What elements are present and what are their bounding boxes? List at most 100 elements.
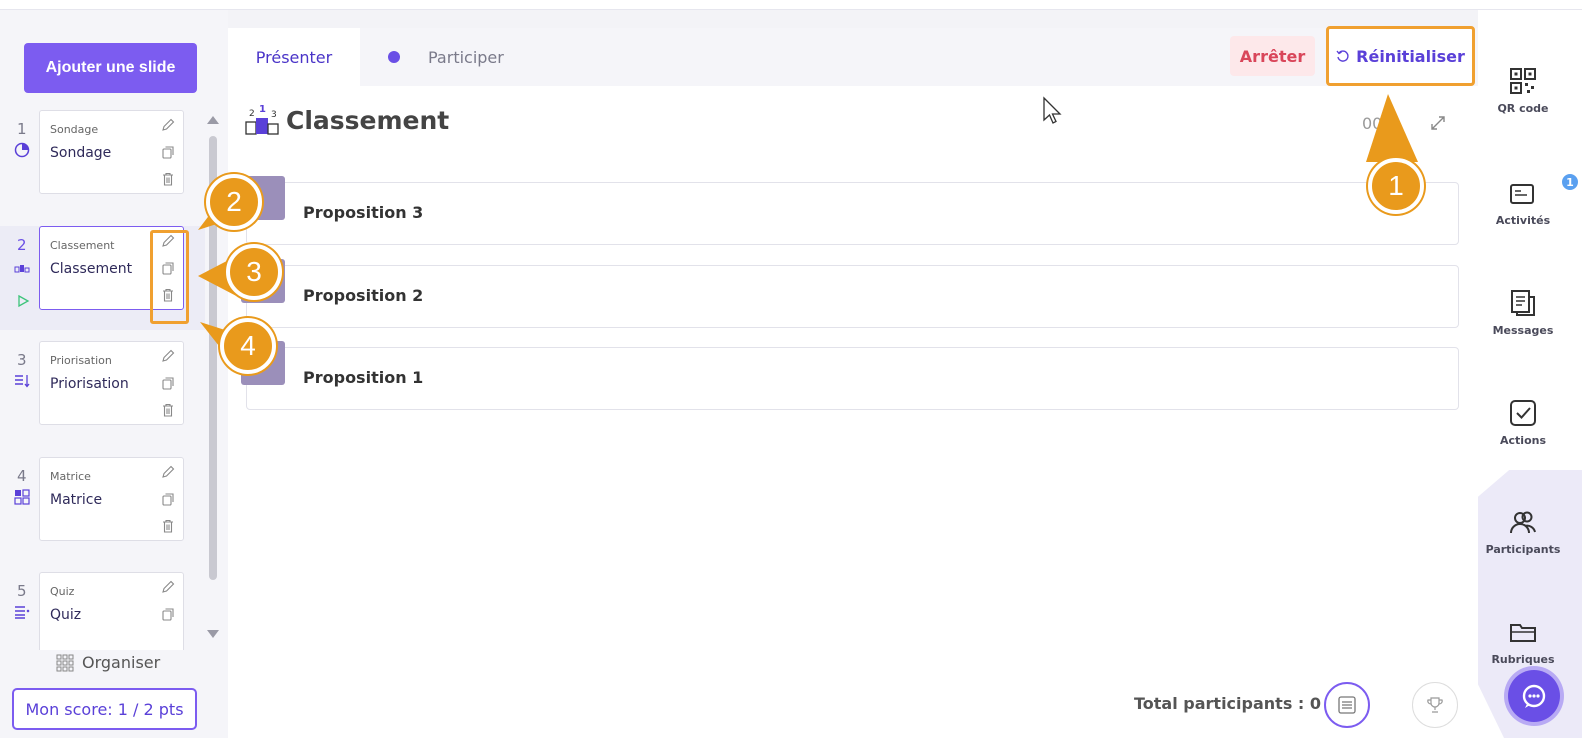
play-icon[interactable] <box>16 294 30 308</box>
stop-button[interactable]: Arrêter <box>1230 36 1315 76</box>
scroll-up-arrow-icon[interactable] <box>207 116 219 124</box>
pencil-icon[interactable] <box>160 348 176 364</box>
tab-presenter[interactable]: Présenter <box>228 28 360 86</box>
svg-text:2: 2 <box>249 109 255 119</box>
top-strip <box>0 0 1582 10</box>
duplicate-icon[interactable] <box>160 144 176 160</box>
callout-2: 2 <box>206 174 262 230</box>
slide-item-3[interactable]: 3 Priorisation Priorisation <box>0 341 205 445</box>
slide-card[interactable]: Quiz Quiz <box>39 572 184 650</box>
proposition-label: Proposition 2 <box>303 286 424 305</box>
presentation-tabs: Présenter Participer Arrêter Réinitialis… <box>228 26 1478 86</box>
pencil-icon[interactable] <box>160 464 176 480</box>
slide-title: Classement <box>286 105 450 135</box>
trash-icon[interactable] <box>160 518 176 534</box>
slide-tools-highlight <box>150 230 189 324</box>
expand-icon[interactable] <box>1428 113 1448 133</box>
main-panel: Présenter Participer Arrêter Réinitialis… <box>228 26 1478 738</box>
slide-title: Classement <box>50 261 133 277</box>
slide-type-label: Sondage <box>50 123 99 136</box>
duplicate-icon[interactable] <box>160 491 176 507</box>
trash-icon[interactable] <box>160 171 176 187</box>
rail-label: Activités <box>1495 214 1551 227</box>
qr-code-icon <box>1510 68 1536 94</box>
slide-number: 1 <box>17 120 27 138</box>
podium-icon <box>14 265 30 273</box>
participants-icon <box>1510 511 1536 534</box>
right-rail: QR code 1 Activités Messages Actions Par… <box>1478 10 1582 738</box>
proposition-row: Proposition 2 <box>241 259 1459 328</box>
callout-3: 3 <box>226 244 282 300</box>
slides-sidebar: Ajouter une slide 1 Sondage Sondage 2 Cl… <box>0 10 228 738</box>
grid-icon <box>56 654 74 671</box>
messages-icon <box>1511 290 1535 316</box>
rail-label: Rubriques <box>1491 653 1555 666</box>
slide-title: Quiz <box>50 607 82 623</box>
rail-label: Actions <box>1500 434 1546 447</box>
proposition-label: Proposition 3 <box>303 203 424 222</box>
score-button[interactable]: Mon score: 1 / 2 pts <box>12 688 197 730</box>
scroll-down-arrow-icon[interactable] <box>207 630 219 638</box>
callout-4: 4 <box>220 318 276 374</box>
pencil-icon[interactable] <box>160 117 176 133</box>
svg-text:1: 1 <box>259 104 266 115</box>
tab-participer[interactable]: Participer <box>388 28 504 86</box>
rail-label: Participants <box>1485 543 1561 556</box>
chat-support-icon <box>1522 684 1546 708</box>
rail-item-rubriques[interactable]: Rubriques <box>1478 617 1568 666</box>
duplicate-icon[interactable] <box>160 375 176 391</box>
folder-icon <box>1510 624 1536 642</box>
duplicate-icon[interactable] <box>160 606 176 622</box>
mouse-cursor-icon <box>1043 96 1062 124</box>
priority-list-icon <box>15 375 30 388</box>
rail-item-activites[interactable]: 1 Activités <box>1478 172 1580 227</box>
slide-number: 2 <box>17 236 27 254</box>
slide-item-5[interactable]: 5 Quiz Quiz <box>0 572 205 650</box>
rail-label: Messages <box>1492 324 1554 337</box>
status-dot <box>388 51 400 63</box>
trash-icon[interactable] <box>160 402 176 418</box>
slide-card[interactable]: Priorisation Priorisation <box>39 341 184 425</box>
rail-label: QR code <box>1497 102 1549 115</box>
slide-card[interactable]: Sondage Sondage <box>39 110 184 194</box>
list-icon <box>1338 696 1356 714</box>
slide-card[interactable]: Matrice Matrice <box>39 457 184 541</box>
slide-title: Matrice <box>50 492 103 508</box>
slide-type-label: Classement <box>50 239 115 252</box>
rail-item-messages[interactable]: Messages <box>1478 288 1568 337</box>
proposition-row: Proposition 1 <box>241 341 1459 410</box>
rail-item-qr-code[interactable]: QR code <box>1478 66 1568 115</box>
rail-item-participants[interactable]: Participants <box>1478 507 1568 556</box>
organiser-button[interactable]: Organiser <box>56 653 160 672</box>
slide-type-label: Priorisation <box>50 354 112 367</box>
callout-1: 1 <box>1368 158 1424 214</box>
slide-number: 4 <box>17 467 27 485</box>
slide-item-1[interactable]: 1 Sondage Sondage <box>0 110 205 214</box>
slide-heading: 2 1 3 Classement <box>244 104 449 136</box>
trophy-icon <box>1427 697 1443 713</box>
slide-number: 5 <box>17 582 27 600</box>
proposition-row: Proposition 3 <box>241 176 1459 245</box>
list-view-button[interactable] <box>1324 682 1370 728</box>
matrix-icon <box>14 489 30 505</box>
pie-chart-icon <box>14 142 30 158</box>
podium-view-button[interactable] <box>1412 682 1458 728</box>
total-participants: Total participants : 0 <box>1134 694 1322 713</box>
activities-icon-wrap: 1 <box>1508 172 1580 208</box>
slide-item-4[interactable]: 4 Matrice Matrice <box>0 457 205 561</box>
reset-button[interactable]: Réinitialiser <box>1326 26 1475 86</box>
organiser-label: Organiser <box>82 653 161 672</box>
svg-text:3: 3 <box>271 110 277 120</box>
tab-participer-label: Participer <box>428 47 504 67</box>
slide-type-label: Quiz <box>50 585 75 598</box>
reset-label: Réinitialiser <box>1356 46 1465 66</box>
proposition-label: Proposition 1 <box>303 368 424 387</box>
add-slide-button[interactable]: Ajouter une slide <box>24 43 197 93</box>
slide-title: Priorisation <box>50 376 129 392</box>
pencil-icon[interactable] <box>160 579 176 595</box>
rail-item-actions[interactable]: Actions <box>1478 398 1568 447</box>
checkbox-icon <box>1510 400 1536 426</box>
slide-list: 1 Sondage Sondage 2 Classement Classemen… <box>0 110 205 650</box>
activities-count-badge: 1 <box>1560 172 1580 192</box>
help-chat-button[interactable] <box>1508 670 1560 722</box>
